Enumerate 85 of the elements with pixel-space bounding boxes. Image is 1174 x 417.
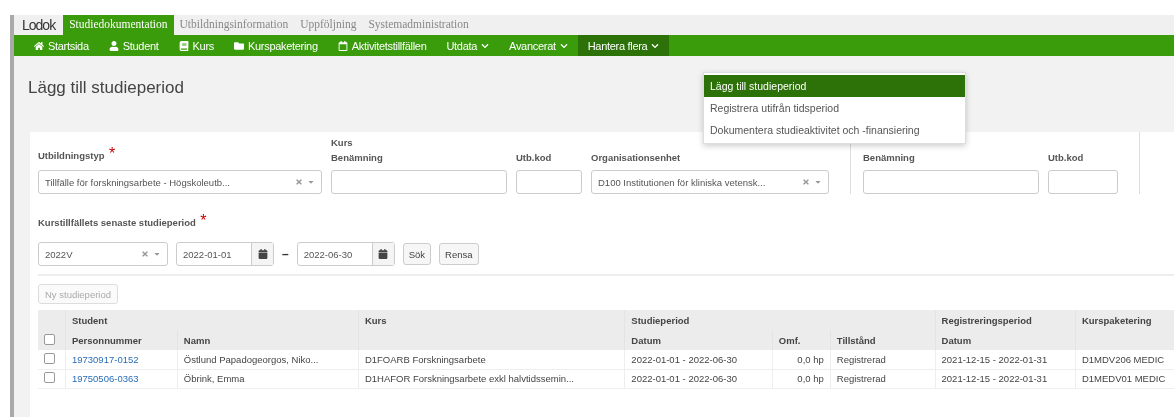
action-button[interactable]: Rensa [439,243,479,265]
menu-item[interactable]: Hantera flera [577,35,670,56]
column-header: Omf. [772,330,831,350]
required-mark: * [108,145,116,162]
checkbox[interactable] [44,372,55,383]
group-header: Studieperiod [624,310,936,330]
organisation-select[interactable]: D100 Institutionen för kliniska vetensk... [591,170,829,194]
table-cell: 2022-01-01 - 2022-06-30 [624,350,773,369]
module-tab[interactable]: Utbildningsinformation [173,15,295,35]
field-label: Benämning [863,152,916,163]
dropdown-item[interactable]: Lägg till studieperiod [704,75,965,97]
group-header: Kurs [358,310,625,330]
field-label: Benämning [331,152,384,163]
calendar-icon[interactable] [371,243,394,265]
group-header: Kurspaketering [1075,310,1174,330]
column-header: Datum [624,330,773,350]
clear-icon[interactable] [295,178,303,186]
table-cell: D1MDV206 MEDIC [1075,350,1174,369]
caret-icon[interactable] [814,178,822,186]
date-separator: – [282,247,289,261]
dropdown-item[interactable]: Registrera utifrån tidsperiod [704,97,965,119]
column-header: Namn [177,330,359,350]
module-tab[interactable]: Studiedokumentation [63,15,174,35]
chevron-icon [559,41,568,50]
chevron-icon [651,41,660,50]
menu-item[interactable]: Startsida [24,35,99,56]
menu-item[interactable]: Utdata [436,35,500,56]
table-cell: 2022-01-01 - 2022-06-30 [624,369,773,388]
date-field[interactable]: 2022-01-01 [176,242,274,266]
caret-icon[interactable] [153,250,161,258]
chevron-icon [481,41,490,50]
checkbox[interactable] [44,352,55,364]
dropdown-item[interactable]: Dokumentera studieaktivitet och -finansiering [704,119,965,141]
person-link[interactable]: 19730917-0152 [71,353,139,365]
field-label: Utbildningstyp [38,150,105,161]
column-header: Tillstånd [830,330,936,350]
user-icon [108,40,119,51]
code-input[interactable] [1048,170,1118,194]
table-cell: 0,0 hp [772,369,831,388]
calendar-icon[interactable] [251,243,273,265]
menu-item[interactable]: Kurspaketering [223,35,328,56]
group-header: Registreringsperiod [935,310,1076,330]
menu-item[interactable]: Student [98,35,169,56]
name-input[interactable] [331,170,507,194]
table-cell: 0,0 hp [772,350,831,369]
menu-item[interactable]: Avancerat [499,35,578,56]
logo: Lodok [21,16,57,35]
field-label: Utb.kod [516,152,553,163]
code-input[interactable] [516,170,582,194]
table-cell: Registrerad [830,350,936,369]
person-link[interactable]: 19750506-0363 [71,373,139,384]
column-header: Datum [935,330,1076,350]
table-cell: Östlund Papadogeorgos, Niko... [177,350,359,369]
module-tab[interactable]: Systemadministration [362,15,475,35]
clear-icon[interactable] [141,250,149,258]
calendar-icon [337,40,348,51]
menu-item[interactable]: Kurs [168,35,224,56]
caret-icon[interactable] [307,178,315,186]
folder-icon [233,40,244,51]
module-tab[interactable]: Uppföljning [294,15,363,35]
table-cell: 2021-12-15 - 2022-01-31 [935,369,1076,388]
group-header: Student [65,310,359,330]
group-label: Kurs [331,137,354,148]
table-cell: 2021-12-15 - 2022-01-31 [935,350,1076,369]
field-label: Kurstillfällets senaste studieperiod [38,217,196,228]
checkbox[interactable] [44,333,55,345]
table-cell: D1MEDV01 MEDIC [1075,369,1174,388]
table-cell: D1FOARB Forskningsarbete [358,350,625,369]
table-cell: Registrerad [830,369,936,388]
table-cell: Öbrink, Emma [177,369,359,388]
page-title: Lägg till studieperiod [28,78,184,98]
clear-icon[interactable] [802,178,810,186]
date-field[interactable]: 2022-06-30 [296,242,395,266]
period-select[interactable]: 2022V [38,242,168,266]
required-mark: * [200,212,207,229]
type-select[interactable]: Tillfälle för forskningsarbete - Högskoleutb... [38,170,322,194]
field-label: Organisationsenhet [591,152,682,163]
menu-item[interactable]: Aktivitetstillfällen [327,35,437,56]
field-label: Utb.kod [1048,152,1085,163]
column-header: Personnummer [65,330,178,350]
name-input[interactable] [863,170,1039,194]
table-cell: D1HAFOR Forskningsarbete exkl halvtidssemin... [358,369,625,388]
home-icon [34,40,44,51]
action-button[interactable]: Sök [402,243,432,265]
book-icon [178,40,189,51]
